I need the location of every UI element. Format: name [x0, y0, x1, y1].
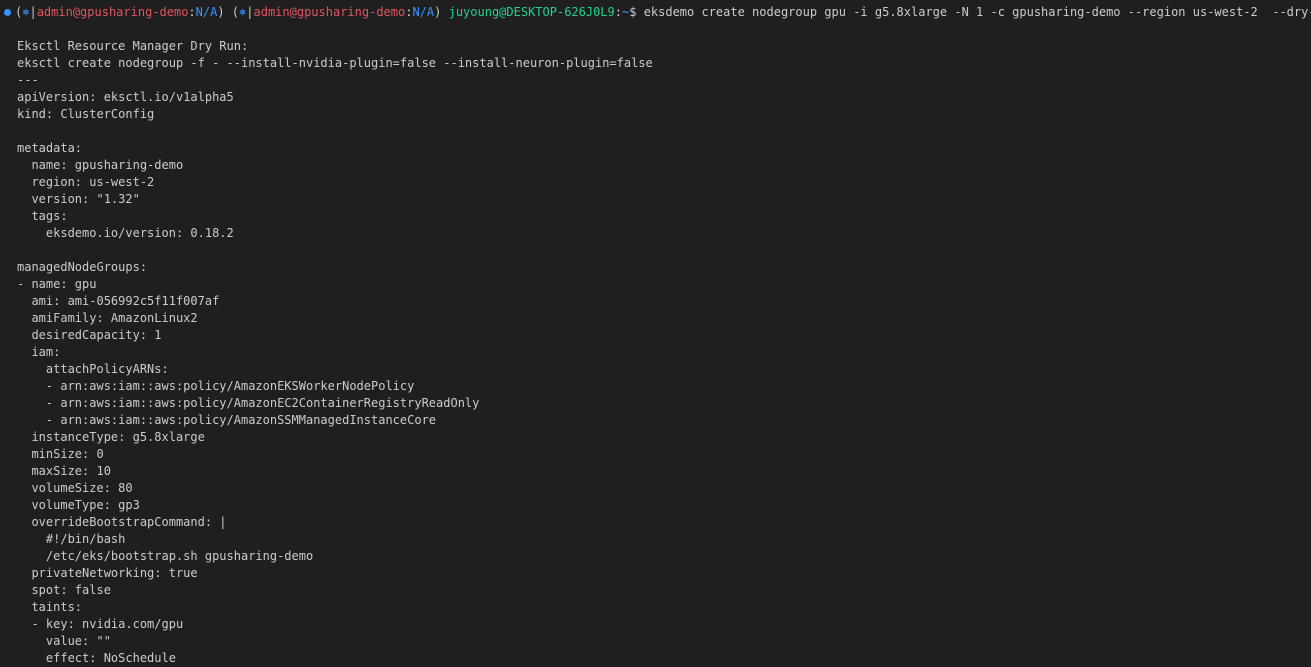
output-line: apiVersion: eksctl.io/v1alpha5: [17, 90, 234, 104]
output-line: instanceType: g5.8xlarge: [17, 430, 205, 444]
output-line: amiFamily: AmazonLinux2: [17, 311, 198, 325]
output-line: Eksctl Resource Manager Dry Run:: [17, 39, 249, 53]
output-line: - arn:aws:iam::aws:policy/AmazonEKSWorke…: [17, 379, 415, 393]
prompt-segment-cmd: eksdemo create nodegroup gpu -i g5.8xlar…: [643, 5, 1311, 19]
prompt-segment-na: N/A: [412, 5, 435, 19]
output-line: name: gpusharing-demo: [17, 158, 184, 172]
prompt-segment-paren: :: [188, 5, 196, 19]
output-line: maxSize: 10: [17, 464, 111, 478]
output-line: ---: [17, 73, 39, 87]
output-line: - arn:aws:iam::aws:policy/AmazonSSMManag…: [17, 413, 437, 427]
output-line: kind: ClusterConfig: [17, 107, 155, 121]
prompt-segment-paren: :: [614, 5, 622, 19]
output-line: region: us-west-2: [17, 175, 155, 189]
output-line: spot: false: [17, 583, 111, 597]
output-line: - arn:aws:iam::aws:policy/AmazonEC2Conta…: [17, 396, 480, 410]
command-status-dot-icon[interactable]: [4, 9, 11, 16]
output-line: value: "": [17, 634, 111, 648]
prompt-segment-paren: ): [217, 5, 232, 19]
prompt-segment-me: juyoung@DESKTOP-626J0L9: [448, 5, 615, 19]
output-line: minSize: 0: [17, 447, 104, 461]
output-line: - name: gpu: [17, 277, 97, 291]
output-line: eksctl create nodegroup -f - --install-n…: [17, 56, 653, 70]
prompt-segment-paren: ): [434, 5, 449, 19]
output-line: managedNodeGroups:: [17, 260, 148, 274]
output-line: effect: NoSchedule: [17, 651, 176, 665]
prompt-segment-paren: |: [246, 5, 254, 19]
output-line: tags:: [17, 209, 68, 223]
output-line: version: "1.32": [17, 192, 140, 206]
prompt-text: (⎈|admin@gpusharing-demo:N/A) (⎈|admin@g…: [15, 4, 1311, 21]
output-line: - key: nvidia.com/gpu: [17, 617, 184, 631]
output-line: overrideBootstrapCommand: |: [17, 515, 227, 529]
output-line: attachPolicyARNs:: [17, 362, 169, 376]
output-line: volumeSize: 80: [17, 481, 133, 495]
output-line: privateNetworking: true: [17, 566, 198, 580]
prompt-segment-paren: (: [231, 5, 240, 19]
output-line: desiredCapacity: 1: [17, 328, 162, 342]
output-line: volumeType: gp3: [17, 498, 140, 512]
output-line: eksdemo.io/version: 0.18.2: [17, 226, 234, 240]
prompt-segment-paren: $: [629, 5, 644, 19]
prompt-segment-user: admin@gpusharing-demo: [36, 5, 189, 19]
output-line: /etc/eks/bootstrap.sh gpusharing-demo: [17, 549, 314, 563]
prompt-segment-user: admin@gpusharing-demo: [253, 5, 406, 19]
output-line: #!/bin/bash: [17, 532, 126, 546]
terminal-window[interactable]: (⎈|admin@gpusharing-demo:N/A) (⎈|admin@g…: [0, 0, 1311, 667]
output-line: metadata:: [17, 141, 83, 155]
output-line: taints:: [17, 600, 83, 614]
command-prompt-line: (⎈|admin@gpusharing-demo:N/A) (⎈|admin@g…: [0, 4, 1311, 21]
prompt-segment-paren: |: [29, 5, 37, 19]
output-line: iam:: [17, 345, 61, 359]
prompt-segment-na: N/A: [195, 5, 218, 19]
output-line: ami: ami-056992c5f11f007af: [17, 294, 220, 308]
